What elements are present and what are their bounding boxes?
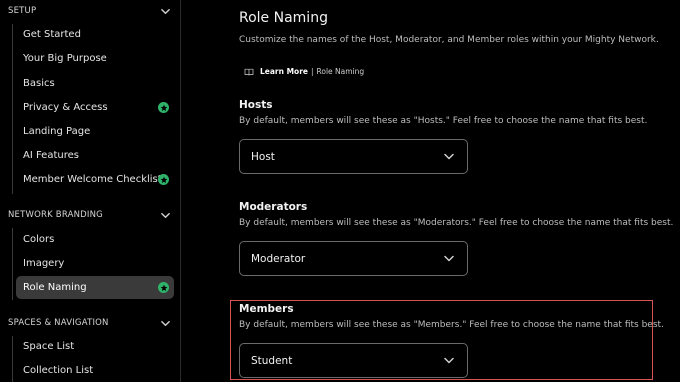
hosts-description: By default, members will see these as "H… <box>239 116 648 126</box>
section-rail <box>12 228 13 300</box>
learn-more-topic: Role Naming <box>316 67 365 76</box>
sidebar-item-label: Role Naming <box>23 282 87 293</box>
sidebar-item-label: Basics <box>23 78 55 89</box>
page-subtitle: Customize the names of the Host, Moderat… <box>239 35 659 45</box>
members-select-value: Student <box>251 354 293 367</box>
moderators-select[interactable]: Moderator <box>239 241 468 276</box>
sidebar-item-label: Colors <box>23 234 55 245</box>
chevron-down-icon <box>444 153 454 160</box>
sidebar-item-role-naming[interactable]: Role Naming <box>16 276 174 299</box>
star-badge-icon <box>158 102 169 113</box>
sidebar-item-landing-page[interactable]: Landing Page <box>16 120 174 143</box>
section-rail <box>12 336 13 382</box>
sidebar-item-label: Collection List <box>23 365 94 376</box>
sidebar-item-label: Your Big Purpose <box>23 53 107 64</box>
moderators-description: By default, members will see these as "M… <box>239 218 674 228</box>
sidebar-item-label: Privacy & Access <box>23 102 108 113</box>
page-title: Role Naming <box>239 10 328 26</box>
chevron-down-icon <box>444 255 454 262</box>
sidebar-item-colors[interactable]: Colors <box>16 228 174 251</box>
section-header-setup[interactable]: SETUP <box>8 3 170 19</box>
section-title: SPACES & NAVIGATION <box>8 318 109 328</box>
section-header-network-branding[interactable]: NETWORK BRANDING <box>8 207 170 223</box>
chevron-down-icon[interactable] <box>161 319 170 328</box>
star-badge-icon <box>158 174 169 185</box>
chevron-down-icon <box>444 357 454 364</box>
learn-more-link[interactable]: Learn More | Role Naming <box>244 67 364 76</box>
sidebar-item-ai-features[interactable]: AI Features <box>16 144 174 167</box>
sidebar-item-label: Landing Page <box>23 126 91 137</box>
sidebar-item-member-welcome-checklist[interactable]: Member Welcome Checklist <box>16 168 174 191</box>
sidebar-item-label: AI Features <box>23 150 79 161</box>
sidebar-item-imagery[interactable]: Imagery <box>16 252 174 275</box>
section-title: NETWORK BRANDING <box>8 210 103 220</box>
learn-more-label: Learn More <box>260 67 308 76</box>
hosts-select-value: Host <box>251 150 275 163</box>
book-icon <box>244 68 254 76</box>
sidebar-item-label: Get Started <box>23 29 81 40</box>
settings-sidebar: SETUP Get Started Your Big Purpose Basic… <box>0 0 181 382</box>
star-badge-icon <box>158 282 169 293</box>
sidebar-item-space-list[interactable]: Space List <box>16 335 174 358</box>
hosts-select[interactable]: Host <box>239 139 468 174</box>
sidebar-item-your-big-purpose[interactable]: Your Big Purpose <box>16 47 174 70</box>
moderators-select-value: Moderator <box>251 252 306 265</box>
sidebar-item-basics[interactable]: Basics <box>16 72 174 95</box>
section-title: SETUP <box>8 6 37 16</box>
section-header-spaces-navigation[interactable]: SPACES & NAVIGATION <box>8 315 170 331</box>
role-naming-panel: Role Naming Customize the names of the H… <box>182 0 680 382</box>
members-select[interactable]: Student <box>239 343 468 378</box>
sidebar-item-get-started[interactable]: Get Started <box>16 23 174 46</box>
members-description: By default, members will see these as "M… <box>239 320 664 330</box>
sidebar-item-privacy-access[interactable]: Privacy & Access <box>16 96 174 119</box>
section-rail <box>12 24 13 194</box>
sidebar-item-label: Space List <box>23 341 75 352</box>
sidebar-item-label: Imagery <box>23 258 65 269</box>
chevron-down-icon[interactable] <box>161 7 170 16</box>
hosts-heading: Hosts <box>239 99 273 111</box>
members-heading: Members <box>239 303 294 315</box>
sidebar-item-label: Member Welcome Checklist <box>23 174 162 185</box>
moderators-heading: Moderators <box>239 201 308 213</box>
sidebar-item-collection-list[interactable]: Collection List <box>16 359 174 382</box>
learn-more-separator: | <box>310 67 314 76</box>
chevron-down-icon[interactable] <box>161 211 170 220</box>
